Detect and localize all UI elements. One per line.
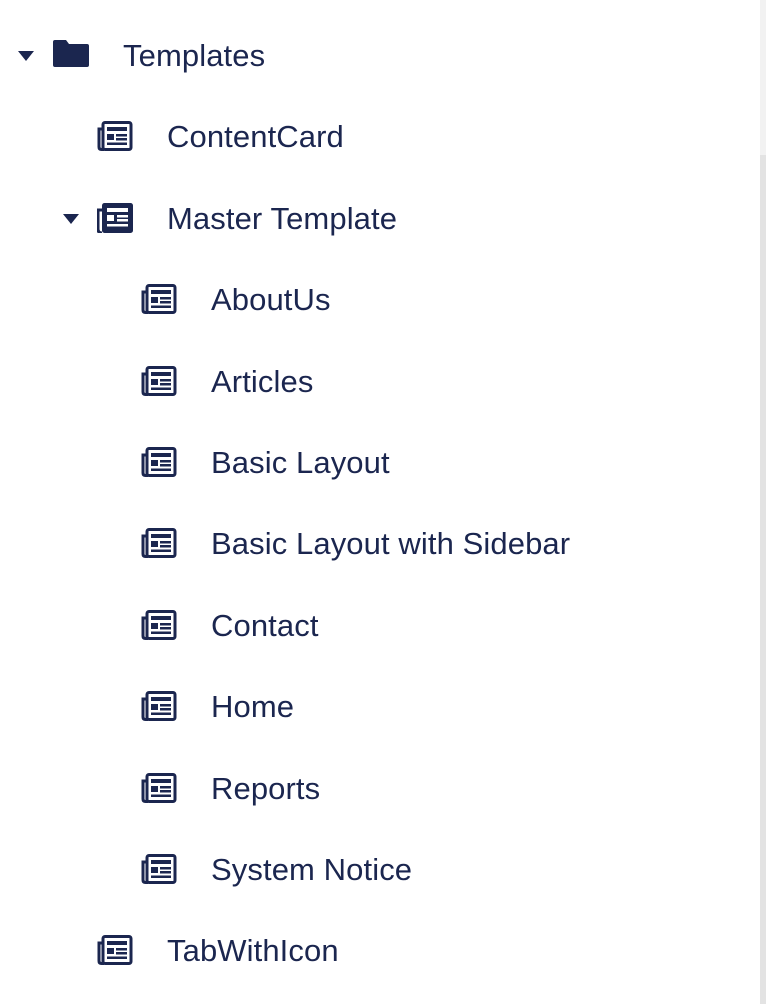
template-icon — [97, 121, 133, 152]
tree-node-label: Basic Layout — [211, 444, 390, 480]
template-icon — [97, 202, 133, 233]
tree-node-contact[interactable]: Contact — [0, 584, 760, 665]
tree-node-label: Master Template — [167, 200, 398, 236]
tree-node-master-template[interactable]: Master Template — [0, 177, 760, 258]
tree-node-label: Reports — [211, 770, 321, 806]
caret-down-icon[interactable] — [63, 213, 79, 224]
tree-node-label: System Notice — [211, 851, 413, 887]
template-tree: Templates ContentCard Master Template Ab… — [0, 14, 760, 991]
template-icon — [141, 853, 177, 884]
tree-node-aboutus[interactable]: AboutUs — [0, 258, 760, 339]
tree-node-label: ContentCard — [167, 119, 344, 155]
tree-node-reports[interactable]: Reports — [0, 747, 760, 828]
tree-node-label: Articles — [211, 363, 314, 399]
tree-node-templates[interactable]: Templates — [0, 14, 760, 95]
template-icon — [141, 365, 177, 396]
folder-icon — [52, 38, 90, 68]
tree-node-label: Home — [211, 689, 295, 725]
scrollbar-thumb[interactable] — [760, 155, 766, 1004]
tree-node-label: Templates — [123, 38, 266, 73]
template-icon — [141, 528, 177, 559]
tree-node-system-notice[interactable]: System Notice — [0, 828, 760, 909]
tree-node-basic-layout[interactable]: Basic Layout — [0, 421, 760, 502]
template-icon — [141, 284, 177, 315]
caret-down-icon[interactable] — [18, 51, 34, 61]
tree-node-label: Basic Layout with Sidebar — [211, 526, 571, 562]
tree-node-label: AboutUs — [211, 282, 331, 318]
tree-node-articles[interactable]: Articles — [0, 340, 760, 421]
template-icon — [141, 691, 177, 722]
tree-node-tabwithicon[interactable]: TabWithIcon — [0, 909, 760, 990]
tree-node-home[interactable]: Home — [0, 665, 760, 746]
tree-node-basic-layout-with-sidebar[interactable]: Basic Layout with Sidebar — [0, 502, 760, 583]
tree-node-label: Contact — [211, 607, 319, 643]
template-icon — [97, 935, 133, 966]
template-icon — [141, 446, 177, 477]
tree-node-contentcard[interactable]: ContentCard — [0, 95, 760, 176]
tree-node-label: TabWithIcon — [167, 933, 339, 969]
template-icon — [141, 609, 177, 640]
template-icon — [141, 772, 177, 803]
